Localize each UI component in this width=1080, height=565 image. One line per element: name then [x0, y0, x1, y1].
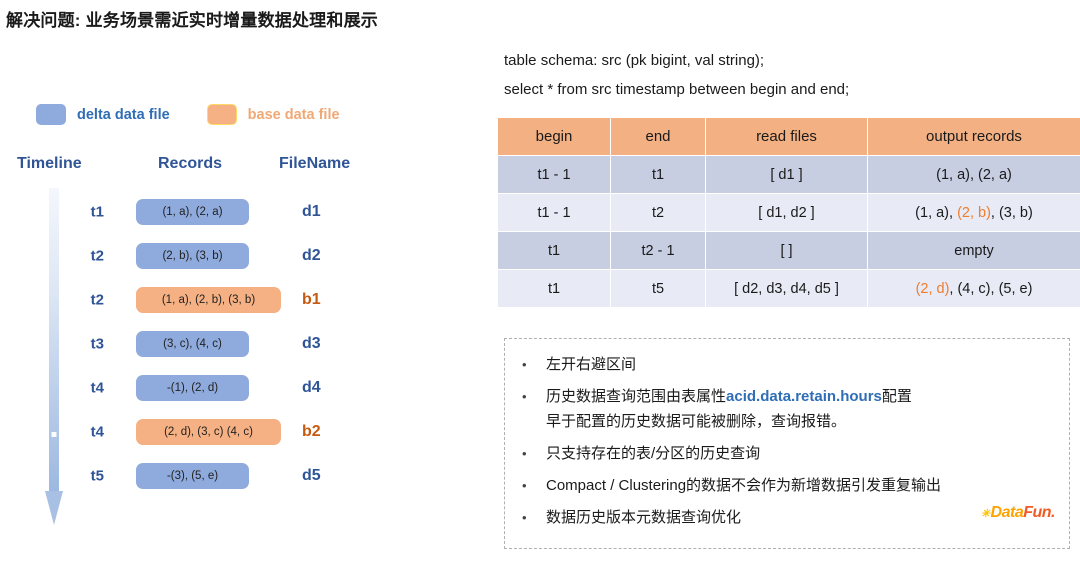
timeline-time-label: t5 [90, 467, 104, 485]
note-item: Compact / Clustering的数据不会作为新增数据引发重复输出 [505, 473, 1069, 498]
timeline-time-label: t3 [90, 335, 104, 353]
timeline-file-label: b2 [302, 423, 321, 440]
timeline-time-label: t4 [90, 379, 104, 397]
notes-list: 左开右避区间历史数据查询范围由表属性acid.data.retain.hours… [505, 339, 1069, 530]
logo-text-fun: Fun. [1023, 504, 1055, 521]
timeline-row: t2 (1, a), (2, b), (3, b) b1 [0, 278, 470, 322]
table-column-header: end [610, 117, 706, 156]
legend-label-delta: delta data file [77, 106, 170, 123]
table-row: t1 t5[ d2, d3, d4, d5 ] (2, d), (4, c), (5… [497, 269, 1080, 308]
column-header-filename: FileName [279, 155, 351, 172]
table-cell-read-files: [ d2, d3, d4, d5 ] [705, 269, 868, 308]
timeline-time-label: t2 [90, 247, 104, 265]
timeline-rows: t1 (1, a), (2, a) d1 t2 (2, b), (3, b) d2 t2 (1… [0, 190, 470, 498]
table-column-header: output records [867, 117, 1080, 156]
table-body: t1 - 1 t1[ d1 ] (1, a), (2, a) t1 - 1 t2[ d1… [497, 155, 1080, 308]
timeline-file-label: b1 [302, 291, 321, 308]
table-column-header: read files [705, 117, 868, 156]
table-column-header: begin [497, 117, 611, 156]
note-text: 左开右避区间 [546, 356, 637, 373]
timeline-record-box: (1, a), (2, b), (3, b) [136, 287, 281, 313]
timeline-file-label: d4 [302, 379, 321, 396]
timeline-time-label: t2 [90, 291, 104, 309]
table-cell-begin: t1 [497, 231, 611, 270]
timeline-row: t5 -(3), (5, e) d5 [0, 454, 470, 498]
timeline-row: t1 (1, a), (2, a) d1 [0, 190, 470, 234]
timeline-record-box: -(3), (5, e) [136, 463, 249, 489]
table-header-row: begin end read files output records [497, 117, 1080, 156]
note-text: 早于配置的历史数据可能被删除，查询报错。 [546, 413, 847, 430]
timeline-time-label: t4 [90, 423, 104, 441]
record-text: empty [954, 242, 994, 259]
timeline-row: t4 -(1), (2, d) d4 [0, 366, 470, 410]
timeline-record-box: (1, a), (2, a) [136, 199, 249, 225]
highlighted-record: (2, b) [957, 204, 991, 221]
timeline-record-box: (2, b), (3, b) [136, 243, 249, 269]
delta-swatch-icon [36, 104, 66, 125]
note-highlight: acid.data.retain.hours [726, 388, 882, 405]
table-cell-end: t2 - 1 [610, 231, 706, 270]
note-item: 左开右避区间 [505, 352, 1069, 377]
note-text: Compact / Clustering的数据不会作为新增数据引发重复输出 [546, 477, 942, 494]
table-cell-output: (1, a), (2, a) [867, 155, 1080, 194]
table-cell-begin: t1 - 1 [497, 193, 611, 232]
timeline-record-box: -(1), (2, d) [136, 375, 249, 401]
note-text: 只支持存在的表/分区的历史查询 [546, 445, 761, 462]
page-title: 解决问题: 业务场景需近实时增量数据处理和展示 [6, 11, 378, 30]
timeline-file-label: d5 [302, 467, 321, 484]
note-text: 数据历史版本元数据查询优化 [546, 509, 742, 526]
table-cell-read-files: [ ] [705, 231, 868, 270]
notes-box: 左开右避区间历史数据查询范围由表属性acid.data.retain.hours… [504, 338, 1070, 549]
timeline-file-label: d3 [302, 335, 321, 352]
table-cell-begin: t1 [497, 269, 611, 308]
table-cell-begin: t1 - 1 [497, 155, 611, 194]
timeline-time-label: t1 [90, 203, 104, 221]
base-swatch-icon [206, 104, 237, 125]
table-cell-end: t1 [610, 155, 706, 194]
note-text: 配置 [881, 388, 912, 405]
schema-line-1: table schema: src (pk bigint, val string… [504, 52, 765, 69]
table-cell-end: t2 [610, 193, 706, 232]
table-cell-read-files: [ d1 ] [705, 155, 868, 194]
record-text: (1, a), [915, 204, 958, 221]
legend: delta data file base data file [36, 104, 340, 125]
record-text: , (3, b) [990, 204, 1033, 221]
highlighted-record: (2, d) [915, 280, 950, 297]
table-cell-read-files: [ d1, d2 ] [705, 193, 868, 232]
record-text: , (4, c), (5, e) [949, 280, 1033, 297]
right-panel: table schema: src (pk bigint, val string… [495, 0, 1080, 565]
timeline-record-box: (2, d), (3, c) (4, c) [136, 419, 281, 445]
sparkle-icon: ✳ [980, 507, 990, 520]
legend-item-delta: delta data file [36, 104, 170, 125]
legend-item-base: base data file [206, 104, 340, 125]
table-cell-output: (2, d), (4, c), (5, e) [867, 269, 1080, 308]
datafun-logo: ✳ Data Fun. [980, 504, 1056, 522]
timeline-row: t4 (2, d), (3, c) (4, c) b2 [0, 410, 470, 454]
schema-line-2: select * from src timestamp between begi… [504, 81, 850, 98]
table-cell-output: (1, a), (2, b), (3, b) [867, 193, 1080, 232]
table-cell-end: t5 [610, 269, 706, 308]
logo-text-data: Data [990, 504, 1024, 521]
record-text: (1, a), (2, a) [936, 166, 1012, 183]
note-item: 只支持存在的表/分区的历史查询 [505, 441, 1069, 466]
timeline-file-label: d2 [302, 247, 321, 264]
column-header-records: Records [158, 155, 223, 172]
timeline-record-box: (3, c), (4, c) [136, 331, 249, 357]
table-row: t1 t2 - 1[ ] empty [497, 231, 1080, 270]
table-row: t1 - 1 t2[ d1, d2 ] (1, a), (2, b), (3, b) [497, 193, 1080, 232]
timeline-file-label: d1 [302, 203, 321, 220]
table-row: t1 - 1 t1[ d1 ] (1, a), (2, a) [497, 155, 1080, 194]
legend-label-base: base data file [247, 106, 340, 123]
column-header-timeline: Timeline [17, 155, 82, 172]
note-item: 历史数据查询范围由表属性acid.data.retain.hours配置早于配置… [505, 384, 1069, 434]
timeline-row: t2 (2, b), (3, b) d2 [0, 234, 470, 278]
note-text: 历史数据查询范围由表属性 [546, 388, 727, 405]
timeline-row: t3 (3, c), (4, c) d3 [0, 322, 470, 366]
query-result-table: begin end read files output records t1 - 1t… [497, 117, 1080, 308]
table-cell-output: empty [867, 231, 1080, 270]
